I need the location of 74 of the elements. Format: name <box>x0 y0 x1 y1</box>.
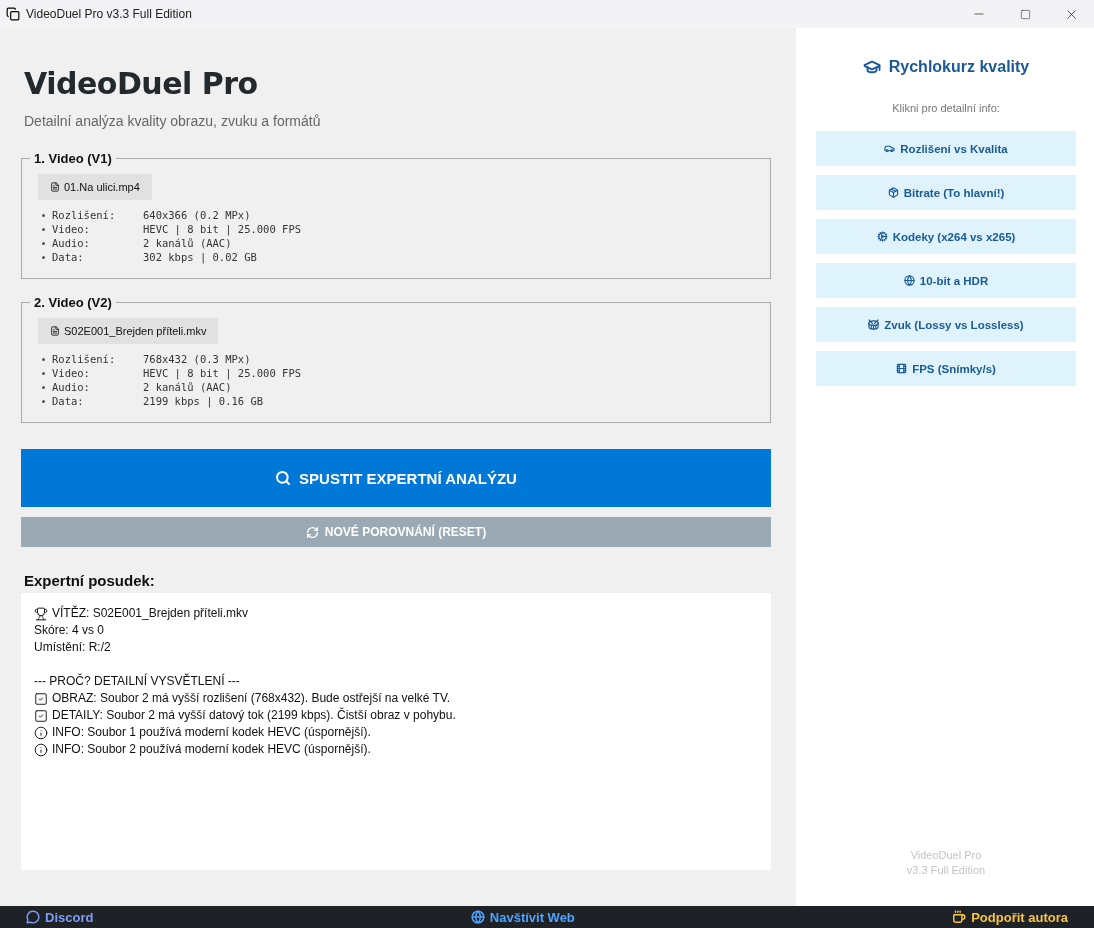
bullet-icon <box>42 227 45 231</box>
spec-value: 302 kbps | 0.02 GB <box>143 250 257 264</box>
report-heading: Expertní posudek: <box>23 572 156 589</box>
info-icon <box>34 742 48 757</box>
spec-value: 768x432 (0.3 MPx) <box>143 352 251 366</box>
car-icon <box>884 143 896 154</box>
report-line: --- PROČ? DETAILNÍ VYSVĚTLENÍ --- <box>34 673 240 690</box>
spec-value: 2 kanálů (AAC) <box>143 380 232 394</box>
footer-link[interactable]: Podpořit autora <box>952 909 1068 925</box>
spec-label: Rozlišení: <box>52 208 117 222</box>
report-line: DETAILY: Soubor 2 má vyšší datový tok (2199 kbps). Čistší obraz v pohybu. <box>52 707 456 724</box>
bullet-icon <box>42 255 45 259</box>
maximize-icon <box>1019 8 1031 20</box>
report-line: Umístění: R:/2 <box>34 639 111 656</box>
film-icon <box>896 363 908 374</box>
sidebar-title: Rychlokurz kvality <box>888 58 1030 76</box>
spec-label: Rozlišení: <box>52 352 117 366</box>
topic-button[interactable]: Rozlišení vs Kvalita <box>816 131 1076 166</box>
globe-icon <box>470 910 485 924</box>
bullet-icon <box>42 213 45 217</box>
footer-link[interactable]: Navštívit Web <box>470 909 575 925</box>
panel-legend: 1. Video (V1) <box>30 151 116 166</box>
sidebar-hint: Klikni pro detailní info: <box>892 102 1000 114</box>
spec-value: HEVC | 8 bit | 25.000 FPS <box>143 222 302 236</box>
report-line: INFO: Soubor 2 používá moderní kodek HEVC (úspornější). <box>52 741 371 758</box>
analyze-button[interactable]: SPUSTIT EXPERTNÍ ANALÝZU <box>21 449 771 507</box>
file-icon <box>50 326 60 336</box>
file-button[interactable]: 01.Na ulici.mp4 <box>38 174 152 200</box>
spec-label: Data: <box>52 250 85 264</box>
trophy-icon <box>34 606 48 621</box>
report-line: Skóre: 4 vs 0 <box>34 622 105 639</box>
topic-button[interactable]: 10-bit a HDR <box>816 263 1076 298</box>
file-button[interactable]: S02E001_Brejden příteli.mkv <box>38 318 219 344</box>
globe-icon <box>903 275 915 286</box>
bullet-icon <box>42 371 45 375</box>
window-title: VideoDuel Pro v3.3 Full Edition <box>26 7 193 21</box>
bullet-icon <box>42 399 45 403</box>
checkbox-icon <box>34 691 48 706</box>
app-subtitle: Detailní analýza kvality obrazu, zvuku a formátů <box>24 113 322 129</box>
footer-link[interactable]: Discord <box>26 909 94 925</box>
version-text: VideoDuel Pro <box>909 848 983 863</box>
checkbox-icon <box>34 708 48 723</box>
spec-label: Video: <box>52 366 91 380</box>
topic-button[interactable]: Zvuk (Lossy vs Lossless) <box>816 307 1076 342</box>
file-icon <box>50 182 60 192</box>
panel-legend: 2. Video (V2) <box>30 295 116 310</box>
app-icon <box>6 7 20 21</box>
bullet-icon <box>42 385 45 389</box>
spec-value: 2199 kbps | 0.16 GB <box>143 394 264 408</box>
coffee-icon <box>952 910 967 924</box>
topic-button[interactable]: Bitrate (To hlavní!) <box>816 175 1076 210</box>
spec-value: 2 kanálů (AAC) <box>143 236 232 250</box>
refresh-icon <box>305 525 319 539</box>
graduation-cap-icon <box>862 58 881 76</box>
version-text: v3.3 Full Edition <box>906 863 986 878</box>
report-line: OBRAZ: Soubor 2 má vyšší rozlišení (768x432). Bude ostřejší na velké TV. <box>52 690 451 707</box>
spec-label: Data: <box>52 394 85 408</box>
report-line: INFO: Soubor 1 používá moderní kodek HEVC (úspornější). <box>52 724 371 741</box>
topic-button[interactable]: FPS (Snímky/s) <box>816 351 1076 386</box>
report-line: VÍTĚZ: S02E001_Brejden příteli.mkv <box>52 605 249 622</box>
topic-button[interactable]: Kodeky (x264 vs x265) <box>816 219 1076 254</box>
search-icon <box>275 470 292 486</box>
gear-icon <box>876 231 888 242</box>
spec-value: HEVC | 8 bit | 25.000 FPS <box>143 366 302 380</box>
chat-bubble-icon <box>26 910 40 924</box>
spec-label: Video: <box>52 222 91 236</box>
spec-label: Audio: <box>52 236 91 250</box>
bullet-icon <box>42 357 45 361</box>
bullet-icon <box>42 241 45 245</box>
spec-label: Audio: <box>52 380 91 394</box>
info-icon <box>34 725 48 740</box>
app-title: VideoDuel Pro <box>24 66 259 101</box>
box-icon <box>887 187 899 198</box>
spec-value: 640x366 (0.2 MPx) <box>143 208 251 222</box>
